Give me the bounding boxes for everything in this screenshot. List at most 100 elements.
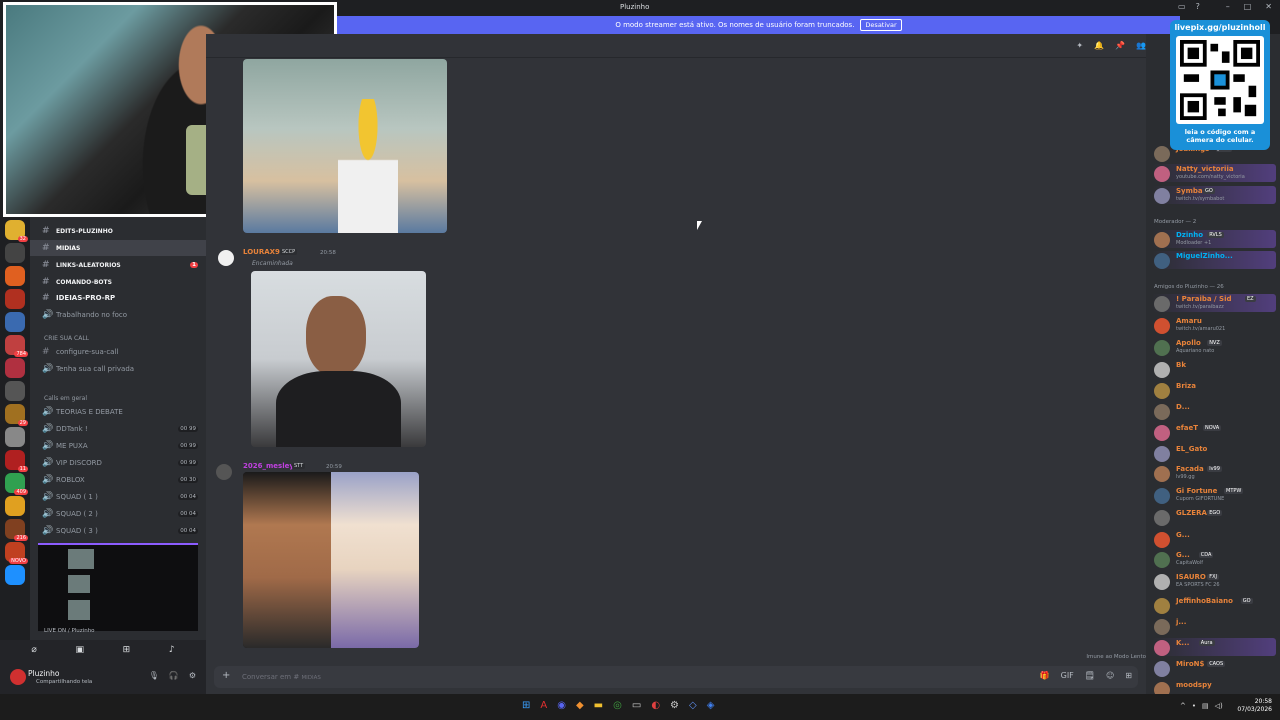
channel-item[interactable]: # COMANDO-BOTS (30, 274, 206, 290)
meme-image-attachment[interactable] (243, 472, 419, 648)
member-item[interactable]: D... (1152, 402, 1276, 420)
member-item[interactable]: Briza (1152, 381, 1276, 399)
server-icon[interactable]: 216 (5, 519, 28, 541)
screen-share-icon[interactable]: ▣ (75, 645, 84, 655)
channel-item[interactable]: 🔊 Trabalhando no foco (30, 307, 206, 323)
app-icon[interactable]: ▭ (632, 700, 641, 711)
server-icon[interactable] (5, 496, 25, 516)
app-icon[interactable]: ◆ (576, 700, 584, 711)
member-item[interactable]: EL_Gato (1152, 444, 1276, 462)
app-icon[interactable]: ◇ (689, 700, 697, 711)
close-icon[interactable]: ✕ (1265, 2, 1272, 11)
member-item[interactable]: Bk (1152, 360, 1276, 378)
channel-item[interactable]: # LINKS-ALEATORIOS 1 (30, 257, 206, 273)
server-icon[interactable] (5, 565, 25, 585)
channel-item[interactable]: # EDITS-PLUZINHO (30, 223, 206, 239)
member-item[interactable]: K... Aura (1152, 638, 1276, 656)
member-item[interactable]: GLZERA EGO (1152, 508, 1276, 526)
folder-icon[interactable]: ▬ (594, 700, 603, 711)
server-icon[interactable]: 32 (5, 220, 28, 242)
member-item[interactable]: Symba GO twitch.tv/symbabot (1152, 186, 1276, 204)
soundboard-icon[interactable]: ♪ (169, 645, 175, 655)
message-avatar[interactable] (216, 464, 232, 480)
message-author[interactable]: LOURAX9 (243, 248, 280, 256)
server-icon[interactable] (5, 381, 25, 401)
disable-streamer-mode-button[interactable]: Desativar (860, 19, 902, 31)
channel-item[interactable]: 🔊 ROBLOX 00 30 (30, 472, 206, 488)
mic-icon[interactable]: • (1192, 702, 1196, 710)
lego-image-attachment[interactable] (243, 59, 447, 233)
chevron-up-icon[interactable]: ^ (1180, 702, 1186, 710)
apps-icon[interactable]: ⊞ (1125, 671, 1132, 680)
inbox-icon[interactable]: ▭ (1178, 2, 1186, 11)
settings-icon[interactable]: ⚙ (670, 700, 679, 711)
help-icon[interactable]: ? (1196, 2, 1200, 11)
channel-item[interactable]: 🔊 ME PUXA 00 99 (30, 438, 206, 454)
start-icon[interactable]: ⊞ (522, 700, 530, 711)
member-item[interactable]: Facada lv99 lv99.gg (1152, 464, 1276, 482)
server-icon[interactable]: NOVO (5, 542, 28, 564)
member-item[interactable]: Gi Fortune MTPW Cupom GIFORTUNE (1152, 486, 1276, 504)
activities-icon[interactable]: ⊞ (123, 645, 131, 655)
member-item[interactable]: MiguelZinho... (1152, 251, 1276, 269)
channel-item[interactable]: 🔊 Tenha sua call privada (30, 361, 206, 377)
members-icon[interactable]: 👥 (1136, 41, 1146, 50)
member-item[interactable]: j... (1152, 617, 1276, 635)
plus-icon[interactable]: + (222, 670, 230, 681)
channel-item[interactable]: 🔊 SQUAD ( 3 ) 00 04 (30, 523, 206, 539)
member-item[interactable]: Dzinho RVLS Modloader +1 (1152, 230, 1276, 248)
stream-preview[interactable] (38, 543, 198, 631)
channel-item[interactable]: 🔊 SQUAD ( 2 ) 00 04 (30, 506, 206, 522)
member-item[interactable]: ! Paraiba / Sid EZ twitch.tv/paraibazz (1152, 294, 1276, 312)
channel-item[interactable]: # configure-sua-call (30, 344, 206, 360)
camera-off-icon[interactable]: ⌀ (31, 645, 36, 655)
channel-item[interactable]: # MIDIAS (30, 240, 206, 256)
member-item[interactable]: Apollo NVZ Aquariano nato (1152, 338, 1276, 356)
server-icon[interactable] (5, 358, 25, 378)
member-item[interactable]: G... CDA CapitaWolf (1152, 550, 1276, 568)
server-icon[interactable]: 409 (5, 473, 28, 495)
emoji-icon[interactable]: ☺ (1106, 671, 1114, 680)
member-item[interactable]: G... (1152, 530, 1276, 548)
network-icon[interactable]: ▤ (1202, 702, 1209, 710)
app-icon[interactable]: A (540, 700, 547, 711)
mic-icon[interactable]: 🎙 (149, 671, 159, 680)
volume-icon[interactable]: ◁) (1215, 702, 1223, 710)
gift-icon[interactable]: 🎁 (1040, 671, 1050, 680)
pin-icon[interactable]: 📌 (1115, 41, 1125, 50)
member-item[interactable]: MiroN$ CAOS (1152, 659, 1276, 677)
channel-item[interactable]: 🔊 DDTank ! 00 99 (30, 421, 206, 437)
steam-icon[interactable]: ◈ (707, 700, 715, 711)
gif-icon[interactable]: GIF (1061, 671, 1074, 680)
server-icon[interactable]: 784 (5, 335, 28, 357)
message-author[interactable]: 2026_mesley (243, 462, 294, 470)
server-icon[interactable] (5, 289, 25, 309)
discord-icon[interactable]: ◉ (557, 700, 566, 711)
server-icon[interactable]: 29 (5, 404, 28, 426)
server-icon[interactable]: 11 (5, 450, 28, 472)
server-icon[interactable] (5, 427, 25, 447)
threads-icon[interactable]: ✦ (1076, 41, 1083, 50)
bell-icon[interactable]: 🔔 (1094, 41, 1104, 50)
member-item[interactable]: JeffinhoBaiano GO (1152, 596, 1276, 614)
channel-item[interactable]: # IDEIAS-PRO-RP (30, 290, 206, 306)
headset-icon[interactable]: 🎧 (169, 671, 179, 680)
sticker-icon[interactable]: 🗒 (1085, 671, 1095, 680)
message-avatar[interactable] (218, 250, 234, 266)
app-icon[interactable]: ◐ (651, 700, 660, 711)
member-item[interactable]: Natty_victoriia youtube.com/natty_victori… (1152, 164, 1276, 182)
minimize-icon[interactable]: – (1226, 2, 1230, 11)
server-icon[interactable] (5, 312, 25, 332)
channel-item[interactable]: 🔊 SQUAD ( 1 ) 00 04 (30, 489, 206, 505)
man-image-attachment[interactable] (251, 271, 426, 447)
member-item[interactable]: efaeT NOVA (1152, 423, 1276, 441)
avatar[interactable] (10, 669, 26, 685)
server-icon[interactable] (5, 266, 25, 286)
server-icon[interactable] (5, 243, 25, 263)
maximize-icon[interactable]: □ (1244, 2, 1252, 11)
settings-icon[interactable]: ⚙ (189, 671, 196, 680)
message-composer[interactable]: + Conversar em # MIDIAS 🎁 GIF 🗒 ☺ ⊞ (214, 666, 1138, 688)
taskbar-clock[interactable]: 20:58 07/03/2026 (1237, 698, 1272, 714)
member-item[interactable]: Amaru twitch.tv/amaru021 (1152, 316, 1276, 334)
member-item[interactable]: ISAURO FXJ EA SPORTS FC 26 (1152, 572, 1276, 590)
